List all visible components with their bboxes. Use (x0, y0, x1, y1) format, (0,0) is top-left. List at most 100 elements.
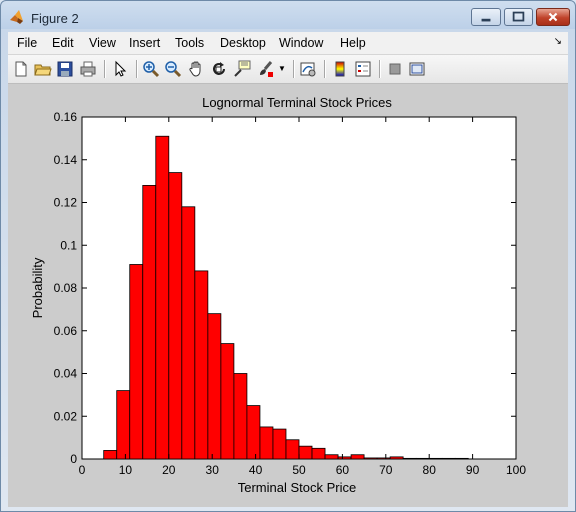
save-icon (57, 61, 73, 77)
brush-dropdown-icon[interactable]: ▼ (278, 64, 286, 73)
colorbar-icon (335, 61, 345, 77)
histogram-bar (103, 450, 118, 460)
print-button[interactable] (79, 60, 97, 78)
x-tick-label: 70 (379, 463, 393, 477)
pan-button[interactable] (187, 60, 205, 78)
print-icon (80, 61, 96, 77)
x-tick-label: 10 (119, 463, 133, 477)
dock-arrow-icon[interactable]: ↘ (554, 36, 562, 47)
histogram-bar (259, 426, 274, 460)
legend-icon (355, 61, 371, 77)
histogram-chart: Lognormal Terminal Stock Prices 0 0.02 0.0… (30, 95, 526, 495)
minimize-icon (481, 18, 491, 22)
brush-icon (260, 61, 273, 77)
legend-button[interactable] (354, 60, 372, 78)
histogram-bar (194, 270, 209, 460)
y-tick-label: 0.12 (54, 196, 78, 210)
x-tick-label: 50 (292, 463, 306, 477)
close-button[interactable] (536, 8, 570, 26)
title-bar[interactable]: Figure 2 (1, 1, 575, 31)
rotate-3d-icon (213, 62, 225, 75)
maximize-button[interactable] (504, 8, 533, 26)
histogram-bar (285, 439, 300, 460)
matlab-logo-icon (10, 10, 23, 24)
toolbar-separator (379, 60, 381, 78)
pan-hand-icon (189, 61, 201, 77)
colorbar-button[interactable] (331, 60, 349, 78)
menu-window[interactable]: Window (279, 36, 323, 50)
histogram-bar (129, 264, 144, 460)
y-tick-label: 0.02 (54, 409, 78, 423)
x-tick-label: 40 (249, 463, 263, 477)
histogram-bar (246, 405, 261, 460)
hide-plot-tools-icon (389, 63, 401, 75)
y-tick-label: 0.04 (54, 367, 78, 381)
y-tick-label: 0 (70, 452, 77, 466)
histogram-bar (324, 454, 339, 460)
toolbar: ▼ (8, 55, 568, 84)
histogram-bar (441, 457, 456, 460)
menu-help[interactable]: Help (340, 36, 366, 50)
edit-plot-button[interactable] (111, 60, 129, 78)
histogram-bar (181, 206, 196, 460)
y-tick-label: 0.06 (54, 324, 78, 338)
zoom-in-icon (143, 61, 160, 78)
histogram-bar (389, 456, 404, 460)
histogram-bar (168, 172, 183, 460)
histogram-bar (350, 454, 365, 460)
menu-file[interactable]: File (17, 36, 37, 50)
histogram-bar (155, 135, 170, 460)
menu-desktop[interactable]: Desktop (220, 36, 266, 50)
histogram-bar (402, 457, 417, 460)
toolbar-separator (324, 60, 326, 78)
zoom-out-icon (165, 61, 182, 78)
x-axis-label: Terminal Stock Price (238, 480, 356, 495)
figure-window: Figure 2 File Edit View Insert Tools Des… (0, 0, 576, 512)
minimize-button[interactable] (471, 8, 501, 26)
x-tick-label: 20 (162, 463, 176, 477)
toolbar-separator (293, 60, 295, 78)
hide-plot-tools-button[interactable] (386, 60, 404, 78)
link-plot-button[interactable] (299, 60, 317, 78)
new-figure-icon (15, 61, 27, 77)
open-file-button[interactable] (34, 60, 52, 78)
link-plot-icon (300, 62, 316, 77)
menu-view[interactable]: View (89, 36, 116, 50)
menu-bar: File Edit View Insert Tools Desktop Wind… (8, 32, 568, 55)
data-cursor-button[interactable] (233, 60, 251, 78)
histogram-bar (376, 457, 391, 460)
x-tick-label: 0 (79, 463, 86, 477)
menu-tools[interactable]: Tools (175, 36, 204, 50)
brush-button[interactable] (257, 60, 275, 78)
chart-title: Lognormal Terminal Stock Prices (202, 95, 392, 110)
histogram-bar (428, 457, 443, 460)
y-tick-label: 0.14 (54, 153, 78, 167)
histogram-bar (220, 343, 235, 460)
new-figure-button[interactable] (12, 60, 30, 78)
x-tick-label: 90 (466, 463, 480, 477)
histogram-bar (311, 447, 326, 460)
zoom-in-button[interactable] (142, 60, 160, 78)
histogram-bar (363, 457, 378, 460)
x-tick-label: 60 (336, 463, 350, 477)
zoom-out-button[interactable] (164, 60, 182, 78)
y-tick-label: 0.08 (54, 281, 78, 295)
save-button[interactable] (56, 60, 74, 78)
y-tick-label: 0.16 (54, 110, 78, 124)
menu-insert[interactable]: Insert (129, 36, 160, 50)
maximize-icon (512, 11, 525, 22)
histogram-bar (116, 390, 131, 460)
histogram-bar (233, 373, 248, 460)
histogram-bar (454, 457, 469, 460)
close-icon (548, 12, 558, 22)
menu-edit[interactable]: Edit (52, 36, 74, 50)
rotate-3d-button[interactable] (210, 60, 228, 78)
histogram-bar (337, 456, 352, 460)
show-plot-tools-button[interactable] (408, 60, 426, 78)
histogram-bar (298, 445, 313, 460)
show-plot-tools-icon (409, 62, 425, 76)
x-tick-label: 100 (506, 463, 526, 477)
y-tick-label: 0.1 (60, 238, 77, 252)
toolbar-separator (104, 60, 106, 78)
histogram-bar (272, 428, 287, 460)
